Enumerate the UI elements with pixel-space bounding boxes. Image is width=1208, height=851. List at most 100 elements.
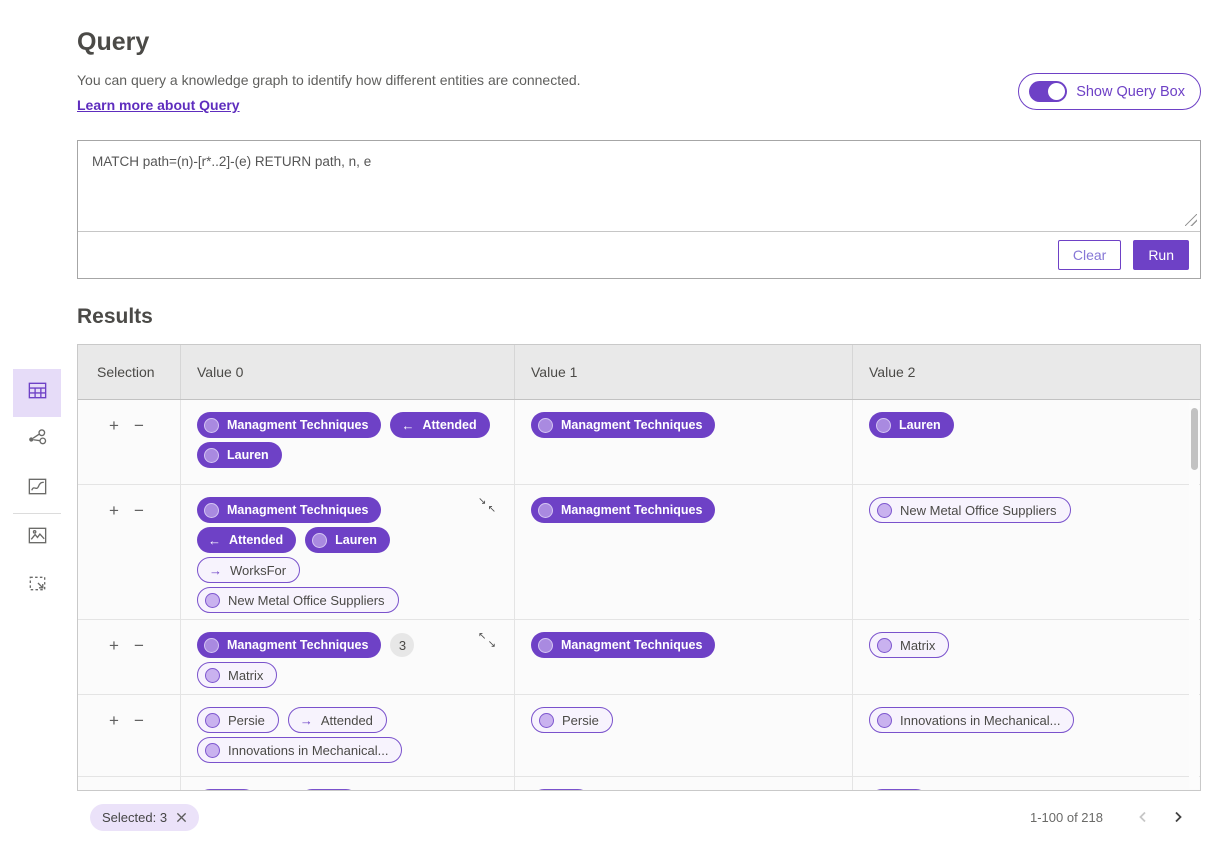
node-pill[interactable]: Managment Techniques	[531, 632, 715, 658]
toggle-label: Show Query Box	[1076, 84, 1185, 100]
table-row: +− Managment Techniques ←Attended Lauren Man…	[78, 400, 1200, 485]
pill-label: WorksFor	[230, 563, 286, 578]
toggle-switch-icon[interactable]	[1029, 81, 1067, 102]
value-cell	[515, 777, 853, 790]
node-pill[interactable]: Managment Techniques	[531, 412, 715, 438]
node-circle-icon	[538, 503, 553, 518]
node-pill[interactable]: Lauren	[197, 442, 282, 468]
value-cell: Managment Techniques 3 Matrix ↖↘	[181, 620, 515, 694]
node-pill[interactable]	[531, 789, 591, 790]
next-page-button[interactable]	[1163, 802, 1193, 832]
node-circle-icon	[877, 638, 892, 653]
arrow-left-icon: ←	[401, 419, 414, 432]
node-pill[interactable]: Matrix	[197, 662, 277, 688]
node-circle-icon	[204, 448, 219, 463]
node-pill[interactable]	[869, 789, 929, 790]
pill-line: Managment Techniques	[531, 497, 838, 523]
clear-button[interactable]: Clear	[1058, 240, 1121, 270]
node-pill[interactable]: Innovations in Mechanical...	[197, 737, 402, 763]
node-pill[interactable]	[299, 789, 359, 790]
node-pill[interactable]: Lauren	[305, 527, 390, 553]
node-circle-icon	[205, 713, 220, 728]
pill-label: Managment Techniques	[561, 638, 702, 652]
edge-pill[interactable]: →Attended	[288, 707, 387, 733]
edge-pill[interactable]: ←Attended	[197, 527, 296, 553]
remove-from-selection-button[interactable]: −	[134, 633, 144, 659]
edge-pill[interactable]: → WorksFor	[197, 557, 300, 583]
map-view-button[interactable]	[13, 514, 61, 562]
run-button[interactable]: Run	[1133, 240, 1189, 270]
pill-line: ←Attended Lauren	[197, 527, 500, 553]
value-cell: Persie →Attended Innovations in Mechanical…	[181, 695, 515, 776]
node-pill[interactable]: Managment Techniques	[197, 497, 381, 523]
table-row: +−Managment Techniques3Matrix↖↘Managment…	[78, 620, 1200, 695]
table-view-button[interactable]	[13, 369, 61, 417]
node-pill[interactable]: Matrix	[869, 632, 949, 658]
node-pill[interactable]: Innovations in Mechanical...	[869, 707, 1074, 733]
node-pill[interactable]: Persie	[197, 707, 279, 733]
node-pill[interactable]: New Metal Office Suppliers	[197, 587, 399, 613]
pill-label: Lauren	[227, 448, 269, 462]
add-to-selection-button[interactable]: +	[109, 633, 119, 659]
add-to-selection-button[interactable]: +	[109, 413, 119, 439]
add-to-selection-button[interactable]: +	[109, 708, 119, 734]
edge-pill[interactable]: ←Attended	[390, 412, 489, 438]
clear-selection-icon[interactable]	[176, 812, 187, 823]
results-title: Results	[77, 305, 1201, 329]
pill-line: Managment Techniques	[197, 497, 500, 523]
pill-label: Attended	[321, 713, 373, 728]
node-circle-icon	[539, 713, 554, 728]
expand-row-icon[interactable]: ↖↘	[478, 632, 496, 650]
selected-count-chip[interactable]: Selected: 3	[90, 804, 199, 831]
pill-line	[197, 789, 500, 790]
selection-tool-button[interactable]	[13, 562, 61, 610]
link-chart-view-button[interactable]	[13, 417, 61, 465]
pill-line: Lauren	[869, 412, 1186, 438]
pill-label: Innovations in Mechanical...	[228, 743, 388, 758]
arrow-icon: ↖	[478, 632, 486, 642]
map-line-view-icon	[26, 475, 49, 503]
column-header-value0: Value 0	[181, 345, 515, 399]
node-pill[interactable]: Persie	[531, 707, 613, 733]
remove-from-selection-button[interactable]: −	[134, 413, 144, 439]
pill-line: Matrix	[197, 662, 500, 688]
add-to-selection-button[interactable]: +	[109, 498, 119, 524]
node-circle-icon	[205, 593, 220, 608]
node-pill[interactable]: Managment Techniques	[531, 497, 715, 523]
previous-page-button[interactable]	[1128, 802, 1158, 832]
results-table: Selection Value 0 Value 1 Value 2 +−Mana…	[77, 344, 1201, 791]
node-pill[interactable]: Managment Techniques	[197, 412, 381, 438]
node-pill[interactable]: New Metal Office Suppliers	[869, 497, 1071, 523]
pill-line	[531, 789, 838, 790]
node-pill[interactable]: Managment Techniques	[197, 632, 381, 658]
node-circle-icon	[312, 533, 327, 548]
node-pill[interactable]	[197, 789, 257, 790]
pill-line: Managment Techniques ←Attended	[197, 412, 500, 438]
pill-label: Managment Techniques	[561, 503, 702, 517]
node-pill[interactable]: Lauren	[869, 412, 954, 438]
pill-line: Managment Techniques 3	[197, 632, 500, 658]
arrow-right-icon: →	[209, 564, 222, 577]
scrollbar-thumb[interactable]	[1191, 408, 1198, 470]
remove-from-selection-button[interactable]: −	[134, 498, 144, 524]
learn-more-link[interactable]: Learn more about Query	[77, 97, 240, 113]
node-circle-icon	[204, 503, 219, 518]
collapse-row-icon[interactable]: ↘↖	[478, 497, 496, 515]
column-header-value1: Value 1	[515, 345, 853, 399]
map-view-icon	[26, 524, 49, 552]
vertical-scrollbar[interactable]	[1189, 402, 1199, 789]
pill-line: Innovations in Mechanical...	[869, 707, 1186, 733]
node-circle-icon	[205, 743, 220, 758]
query-input[interactable]: MATCH path=(n)-[r*..2]-(e) RETURN path, …	[78, 141, 1200, 232]
map-line-view-button[interactable]	[13, 465, 61, 513]
node-circle-icon	[205, 668, 220, 683]
value-cell: Matrix	[853, 620, 1200, 694]
table-row: +− Persie →Attended Innovations in Mechanic…	[78, 695, 1200, 777]
results-footer: Selected: 3 1-100 of 218	[77, 802, 1201, 832]
pill-line: → WorksFor	[197, 557, 500, 583]
table-view-icon	[26, 379, 49, 407]
show-query-box-toggle[interactable]: Show Query Box	[1018, 73, 1201, 110]
query-page: Query You can query a knowledge graph to…	[0, 0, 1208, 851]
remove-from-selection-button[interactable]: −	[134, 708, 144, 734]
count-badge[interactable]: 3	[390, 633, 414, 657]
